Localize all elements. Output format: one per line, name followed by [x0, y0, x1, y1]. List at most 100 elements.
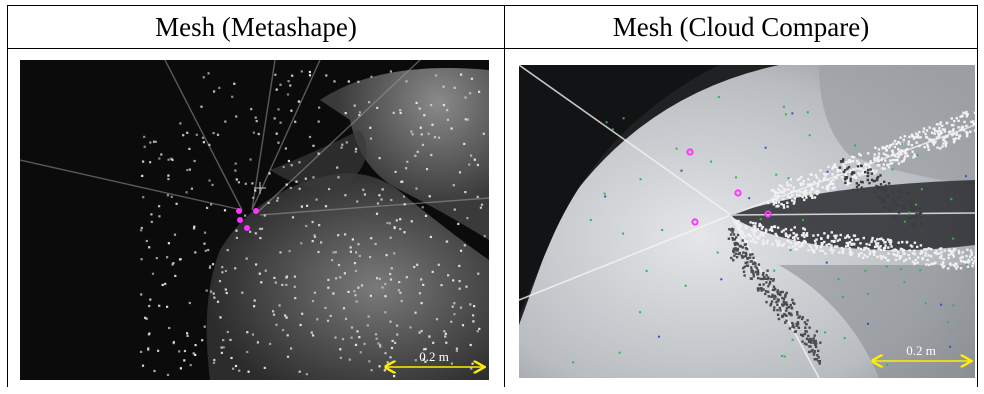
- point: [805, 191, 808, 195]
- point: [914, 206, 917, 209]
- point: [751, 253, 754, 256]
- point: [773, 287, 777, 290]
- point: [903, 259, 906, 263]
- point: [787, 195, 790, 198]
- point: [826, 170, 829, 173]
- point: [851, 252, 854, 255]
- point: [801, 334, 804, 338]
- point: [812, 188, 815, 191]
- point: [860, 186, 863, 189]
- point: [784, 232, 787, 235]
- point: [430, 104, 433, 107]
- point: [861, 256, 865, 260]
- point: [150, 220, 153, 223]
- point: [461, 324, 465, 327]
- point: [960, 255, 964, 258]
- point: [844, 161, 847, 164]
- point: [884, 159, 887, 162]
- point: [967, 261, 970, 264]
- point: [611, 128, 614, 131]
- point: [166, 194, 169, 197]
- point: [435, 318, 439, 321]
- point: [935, 123, 939, 126]
- point: [800, 175, 803, 179]
- header-divider: [7, 48, 978, 49]
- point: [863, 246, 866, 250]
- point: [890, 245, 893, 248]
- point: [790, 199, 794, 202]
- point: [451, 305, 454, 308]
- point: [823, 232, 826, 235]
- point: [817, 349, 820, 353]
- point: [453, 86, 456, 89]
- point: [423, 114, 426, 117]
- point: [241, 291, 244, 294]
- point: [769, 278, 772, 281]
- point: [957, 251, 961, 255]
- point: [277, 108, 280, 111]
- point: [952, 304, 955, 307]
- point: [421, 143, 424, 146]
- point: [937, 135, 941, 138]
- point: [825, 261, 828, 264]
- point: [918, 130, 921, 134]
- point: [775, 173, 778, 176]
- point: [801, 340, 804, 343]
- point: [916, 154, 919, 157]
- point: [781, 314, 784, 318]
- point: [836, 239, 840, 242]
- point: [786, 184, 789, 187]
- point: [758, 224, 761, 228]
- point: [921, 256, 924, 260]
- point: [803, 198, 806, 202]
- point: [806, 319, 809, 322]
- point: [790, 228, 793, 232]
- point: [962, 111, 965, 114]
- point: [182, 134, 185, 137]
- point: [171, 158, 174, 161]
- point: [273, 276, 276, 279]
- cloudcompare-mesh-canvas: 0.2 m: [519, 65, 975, 378]
- point: [889, 242, 892, 246]
- point: [141, 174, 144, 177]
- point: [966, 131, 969, 135]
- point: [758, 283, 761, 286]
- point: [418, 292, 421, 295]
- point: [846, 183, 849, 186]
- point: [813, 334, 816, 337]
- point: [476, 330, 479, 333]
- point: [857, 253, 861, 256]
- point: [877, 148, 881, 151]
- point: [431, 123, 434, 126]
- point: [779, 243, 782, 247]
- point: [470, 154, 473, 157]
- point: [859, 164, 863, 167]
- point: [948, 248, 951, 251]
- point: [809, 173, 812, 176]
- point: [275, 132, 278, 135]
- point: [258, 272, 261, 275]
- point: [794, 244, 797, 248]
- point: [826, 234, 830, 238]
- point: [645, 269, 648, 272]
- point: [234, 169, 237, 172]
- point: [784, 293, 787, 296]
- point: [871, 236, 874, 240]
- point: [459, 306, 463, 309]
- point: [254, 189, 257, 192]
- point: [745, 253, 748, 256]
- marker-point: [253, 208, 259, 214]
- point: [795, 190, 799, 193]
- point: [943, 140, 947, 143]
- point: [874, 240, 877, 243]
- point: [818, 362, 821, 365]
- point: [855, 176, 858, 179]
- point: [735, 256, 739, 259]
- point: [368, 101, 371, 104]
- point: [420, 133, 423, 136]
- point: [263, 366, 266, 369]
- point: [803, 228, 806, 231]
- point: [831, 173, 834, 176]
- point: [886, 238, 890, 241]
- point: [363, 193, 366, 196]
